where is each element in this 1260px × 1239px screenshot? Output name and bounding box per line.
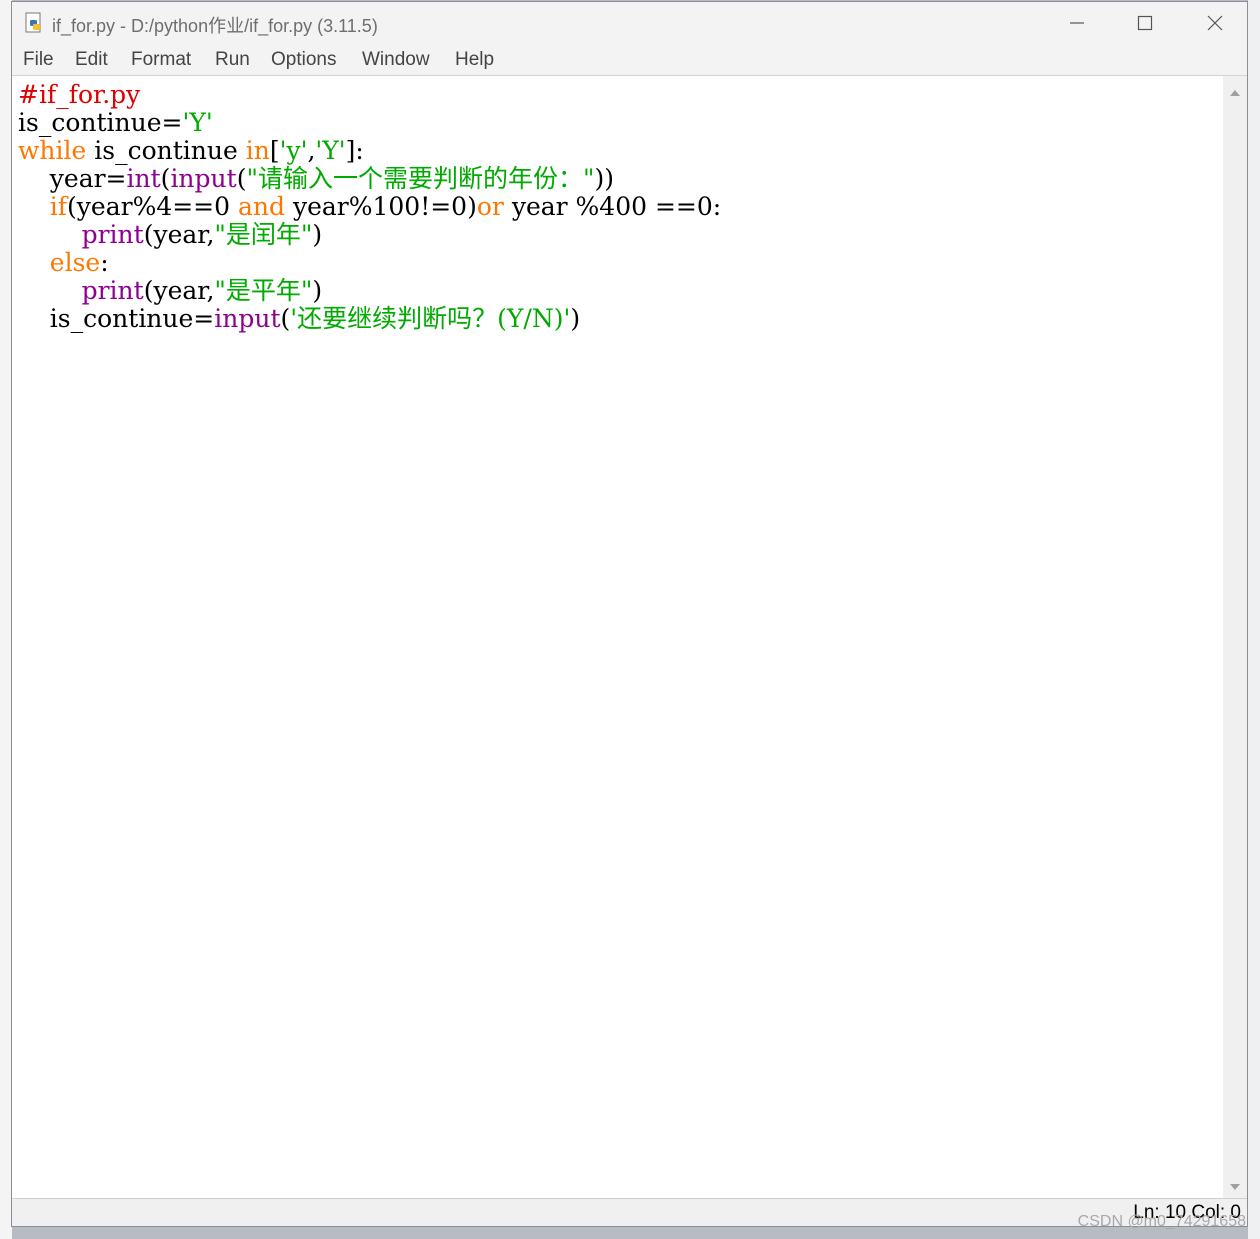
code-token: (year,	[143, 276, 215, 305]
code-token: "请输入一个需要判断的年份："	[246, 164, 595, 193]
code-token: in	[245, 136, 270, 165]
maximize-button[interactable]	[1110, 2, 1180, 44]
code-token: 'Y'	[182, 108, 213, 137]
code-token: (year,	[143, 220, 215, 249]
code-line: else:	[18, 249, 109, 277]
code-token: year %400 ==0:	[503, 192, 722, 221]
code-token: ))	[594, 164, 614, 193]
code-line: if(year%4==0 and year%100!=0)or year %40…	[18, 193, 721, 221]
code-token: '还要继续判断吗？(Y/N)'	[290, 304, 571, 333]
code-line: while is_continue in['y','Y']:	[18, 137, 364, 165]
watermark: CSDN @m0_74291658	[1077, 1213, 1246, 1230]
code-token: (	[160, 164, 171, 193]
code-token: is_continue=	[18, 304, 215, 333]
code-token: print	[81, 220, 144, 249]
code-token: "是闰年"	[214, 220, 313, 249]
code-line: year=int(input("请输入一个需要判断的年份："))	[18, 165, 614, 193]
menu-edit[interactable]: Edit	[75, 49, 108, 71]
code-token: input	[170, 164, 237, 193]
code-token: 'y'	[279, 136, 308, 165]
code-token: ]:	[345, 136, 364, 165]
code-token: (year%4==0	[67, 192, 238, 221]
code-token: if	[49, 192, 68, 221]
code-token: [	[269, 136, 280, 165]
code-line: #if_for.py	[18, 81, 140, 109]
code-token: while	[18, 136, 87, 165]
code-token: and	[237, 192, 285, 221]
code-token: year=	[18, 164, 127, 193]
scroll-down-icon[interactable]	[1223, 1174, 1247, 1198]
vertical-scrollbar[interactable]	[1223, 76, 1247, 1200]
code-token: print	[81, 276, 144, 305]
maximize-icon	[1137, 15, 1153, 31]
menu-bar: File Edit Format Run Options Window Help	[12, 44, 1247, 76]
menu-options[interactable]: Options	[271, 49, 336, 71]
idle-editor-window: if_for.py - D:/python作业/if_for.py (3.11.…	[11, 1, 1248, 1227]
menu-run[interactable]: Run	[215, 49, 250, 71]
code-token: )	[312, 220, 323, 249]
code-token: #if_for.py	[18, 80, 141, 109]
code-line: is_continue=input('还要继续判断吗？(Y/N)')	[18, 305, 580, 333]
code-token: int	[126, 164, 161, 193]
minimize-button[interactable]	[1042, 2, 1112, 44]
close-button[interactable]	[1180, 2, 1250, 44]
close-icon	[1207, 15, 1223, 31]
code-token: is_continue	[86, 136, 246, 165]
code-token: input	[214, 304, 281, 333]
menu-file[interactable]: File	[23, 49, 54, 71]
scroll-up-icon[interactable]	[1223, 80, 1247, 104]
code-token: else	[49, 248, 101, 277]
menu-help[interactable]: Help	[455, 49, 494, 71]
code-token: 'Y'	[315, 136, 346, 165]
code-token: :	[100, 248, 109, 277]
minimize-icon	[1070, 22, 1084, 24]
code-editor[interactable]: #if_for.py is_continue='Y' while is_contin…	[12, 76, 1224, 1200]
code-token: )	[570, 304, 581, 333]
python-file-icon	[25, 12, 41, 33]
code-line: print(year,"是平年")	[18, 276, 323, 305]
title-bar[interactable]: if_for.py - D:/python作业/if_for.py (3.11.…	[12, 2, 1247, 44]
code-line: print(year,"是闰年")	[18, 220, 323, 249]
code-token: "是平年"	[214, 276, 313, 305]
menu-window[interactable]: Window	[362, 49, 430, 71]
window-title: if_for.py - D:/python作业/if_for.py (3.11.…	[52, 16, 378, 36]
code-token: or	[476, 192, 504, 221]
code-token: is_continue=	[18, 108, 183, 137]
background-page-right	[1248, 0, 1260, 1239]
code-token: )	[312, 276, 323, 305]
menu-format[interactable]: Format	[131, 49, 191, 71]
code-token: (	[236, 164, 247, 193]
code-line: is_continue='Y'	[18, 109, 213, 137]
code-token: (	[280, 304, 291, 333]
code-token: year%100!=0)	[285, 192, 477, 221]
status-bar: Ln: 10 Col: 0	[12, 1198, 1247, 1226]
